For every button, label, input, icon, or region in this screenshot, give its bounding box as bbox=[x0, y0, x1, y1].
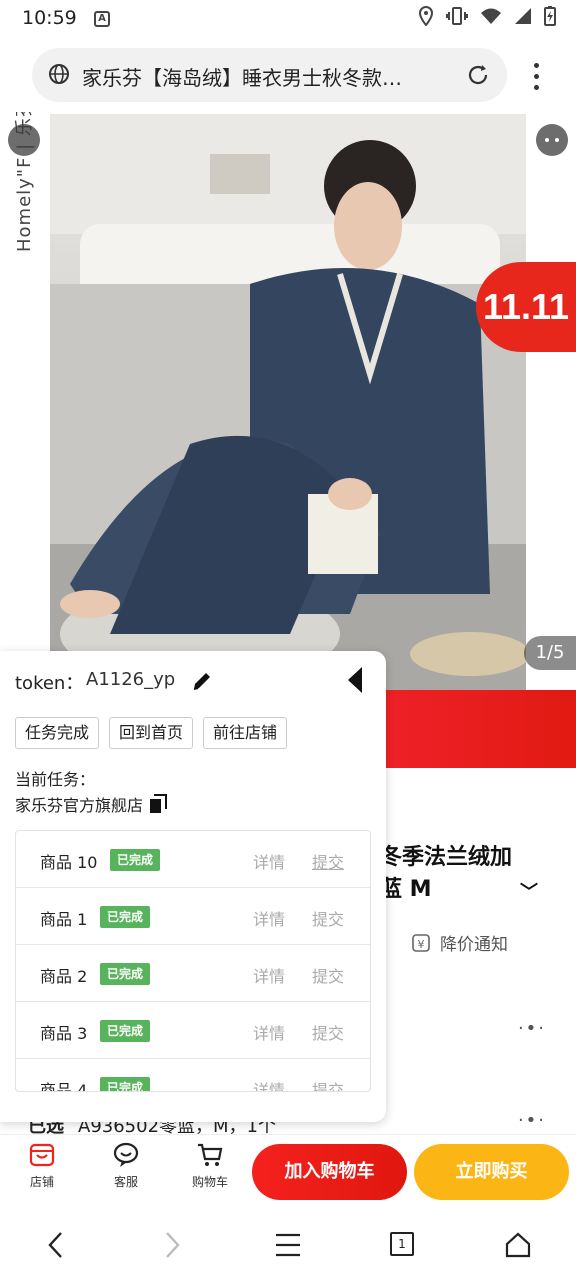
pencil-icon[interactable] bbox=[190, 669, 214, 693]
collapse-arrow-icon[interactable] bbox=[348, 667, 362, 693]
task-name: 商品 4 bbox=[40, 1081, 88, 1092]
task-row: 商品 10 已完成 详情 提交 bbox=[16, 831, 370, 888]
more-circle-button[interactable] bbox=[536, 124, 568, 156]
service-tab[interactable]: 客服 bbox=[98, 1141, 154, 1190]
task-name: 商品 10 bbox=[40, 853, 98, 872]
task-row: 商品 1 已完成 详情 提交 bbox=[16, 888, 370, 945]
status-icons bbox=[418, 6, 556, 26]
status-badge: 已完成 bbox=[100, 1077, 151, 1091]
product-image-carousel[interactable]: Homely"F | 乐芬 11.11 1/5 bbox=[0, 112, 576, 690]
service-tab-label: 客服 bbox=[113, 1175, 138, 1189]
status-time: 10:59 bbox=[22, 7, 77, 29]
customer-service-icon bbox=[113, 1142, 139, 1167]
status-badge: 已完成 bbox=[100, 1020, 151, 1042]
back-home-button[interactable]: 回到首页 bbox=[109, 717, 194, 749]
status-badge: 已完成 bbox=[100, 906, 151, 928]
price-notice-button[interactable]: ¥ 降价通知 bbox=[410, 930, 508, 955]
battery-charging-icon bbox=[544, 6, 556, 26]
buy-now-button[interactable]: 立即购买 bbox=[414, 1144, 569, 1200]
tabs-count-icon[interactable]: 1 bbox=[390, 1232, 414, 1256]
product-photo bbox=[50, 114, 526, 690]
token-label: token： bbox=[15, 673, 84, 694]
go-store-button[interactable]: 前往店铺 bbox=[203, 717, 288, 749]
status-badge: 已完成 bbox=[110, 849, 161, 871]
product-title: 冬季法兰绒加 蓝 M bbox=[380, 842, 512, 906]
task-name: 商品 2 bbox=[40, 967, 88, 986]
price-notice-label: 降价通知 bbox=[440, 935, 508, 955]
task-complete-button[interactable]: 任务完成 bbox=[15, 717, 100, 749]
detail-link[interactable]: 详情 bbox=[253, 963, 285, 987]
submit-link[interactable]: 提交 bbox=[312, 1020, 344, 1044]
chevron-down-icon[interactable]: ﹀ bbox=[520, 878, 538, 904]
back-icon[interactable] bbox=[44, 1230, 68, 1260]
address-bar[interactable]: 家乐芬【海岛绒】睡衣男士秋冬款… bbox=[32, 48, 507, 102]
info-card-2[interactable]: ·•· bbox=[370, 1084, 576, 1132]
shop-tab[interactable]: 店铺 bbox=[14, 1141, 70, 1190]
task-panel: token： A1126_yp 任务完成 回到首页 前往店铺 当前任务： 家乐芬… bbox=[0, 651, 386, 1122]
vibrate-icon bbox=[446, 7, 468, 25]
detail-link[interactable]: 详情 bbox=[253, 1020, 285, 1044]
detail-link[interactable]: 详情 bbox=[253, 849, 285, 873]
signal-icon bbox=[515, 8, 531, 24]
detail-link[interactable]: 详情 bbox=[253, 906, 285, 930]
bottom-action-bar: 店铺 客服 购物车 加入购物车 立即购买 bbox=[0, 1134, 576, 1206]
forward-icon[interactable] bbox=[160, 1230, 184, 1260]
task-name: 商品 3 bbox=[40, 1024, 88, 1043]
cart-icon bbox=[198, 1143, 223, 1166]
system-nav-bar: 1 bbox=[0, 1210, 576, 1280]
token-value: A1126_yp bbox=[86, 669, 176, 690]
current-task-label: 当前任务： bbox=[15, 770, 96, 789]
home-icon[interactable] bbox=[504, 1230, 532, 1260]
submit-link[interactable]: 提交 bbox=[312, 849, 344, 873]
svg-text:¥: ¥ bbox=[418, 938, 425, 951]
shop-icon bbox=[29, 1143, 55, 1167]
model-illustration bbox=[50, 114, 526, 690]
status-badge: 已完成 bbox=[100, 963, 151, 985]
status-bar: 10:59 A bbox=[0, 0, 576, 36]
copy-icon[interactable] bbox=[149, 794, 168, 814]
globe-icon bbox=[49, 64, 69, 84]
submit-link[interactable]: 提交 bbox=[312, 1077, 344, 1091]
wifi-icon bbox=[481, 8, 501, 24]
current-task-shop: 家乐芬官方旗舰店 bbox=[15, 792, 168, 816]
task-list[interactable]: 商品 10 已完成 详情 提交 商品 1 已完成 详情 提交 商品 2 已完成 … bbox=[15, 830, 371, 1092]
panel-button-row: 任务完成 回到首页 前往店铺 bbox=[15, 717, 288, 749]
task-row: 商品 4 已完成 详情 提交 bbox=[16, 1059, 370, 1092]
submit-link[interactable]: 提交 bbox=[312, 963, 344, 987]
shop-name: 家乐芬官方旗舰店 bbox=[15, 796, 144, 815]
kebab-menu-icon[interactable] bbox=[526, 60, 546, 92]
task-name: 商品 1 bbox=[40, 910, 88, 929]
info-card-1[interactable]: ·•· bbox=[370, 990, 576, 1068]
shop-tab-label: 店铺 bbox=[29, 1175, 54, 1189]
product-title-line2: 蓝 M bbox=[380, 877, 432, 902]
url-title[interactable]: 家乐芬【海岛绒】睡衣男士秋冬款… bbox=[82, 62, 452, 91]
notification-a-icon: A bbox=[94, 11, 110, 27]
cart-tab-label: 购物车 bbox=[191, 1175, 228, 1189]
location-icon bbox=[418, 6, 434, 26]
detail-link[interactable]: 详情 bbox=[253, 1077, 285, 1091]
task-row: 商品 3 已完成 详情 提交 bbox=[16, 1002, 370, 1059]
reload-icon[interactable] bbox=[465, 62, 491, 88]
promo-1111-badge: 11.11 bbox=[476, 262, 576, 352]
submit-link[interactable]: 提交 bbox=[312, 906, 344, 930]
task-row: 商品 2 已完成 详情 提交 bbox=[16, 945, 370, 1002]
price-tag-icon: ¥ bbox=[412, 933, 430, 952]
page-indicator: 1/5 bbox=[524, 636, 576, 670]
product-title-line1: 冬季法兰绒加 bbox=[380, 845, 513, 870]
cart-tab[interactable]: 购物车 bbox=[182, 1141, 238, 1190]
add-to-cart-button[interactable]: 加入购物车 bbox=[252, 1144, 407, 1200]
promo-banner bbox=[360, 690, 576, 768]
menu-icon[interactable] bbox=[274, 1230, 302, 1260]
back-circle-button[interactable] bbox=[8, 124, 40, 156]
